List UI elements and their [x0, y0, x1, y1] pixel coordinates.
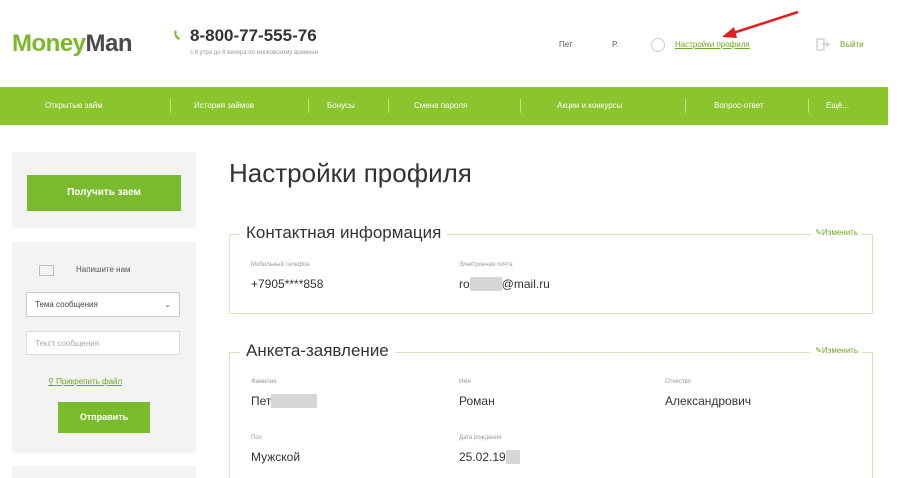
nav-more[interactable]: Ещё...: [826, 87, 849, 125]
contact-edit-label: Изменить: [821, 228, 858, 237]
nav-change-password[interactable]: Смена пароля: [414, 87, 467, 125]
nav-divider: [308, 99, 309, 113]
message-topic-value: Тема сообщения: [35, 300, 98, 309]
nav-open-loan[interactable]: Открытые займ: [45, 87, 103, 125]
logo-money: Money: [12, 30, 86, 57]
patronymic-value: Александрович: [665, 394, 752, 408]
get-loan-button[interactable]: Получить заем: [27, 175, 181, 211]
attach-file-link[interactable]: ⚲ Прикрепить файл: [48, 377, 122, 386]
gender-value: Мужской: [251, 450, 301, 464]
application-section: Анкета-заявление ✎Изменить Фамилия Пет И…: [229, 341, 873, 478]
red-arrow-icon: [722, 10, 799, 38]
user-first-name: Пет: [559, 40, 573, 49]
nav-divider: [170, 99, 171, 113]
nav-loan-history[interactable]: История займов: [194, 87, 254, 125]
phone-number[interactable]: 8-800-77-555-76: [190, 26, 317, 46]
moneyman-logo[interactable]: MoneyMan: [12, 30, 133, 58]
phone-label: Мобильный телефон: [251, 262, 310, 268]
sidebar-panel-3: [12, 466, 196, 478]
paperclip-icon: ⚲: [48, 377, 57, 386]
email-prefix: ro: [459, 277, 470, 291]
patronymic-label: Отчество: [665, 379, 692, 385]
nav-divider: [520, 99, 521, 113]
profile-settings-link[interactable]: Настройки профиля: [675, 40, 750, 49]
contact-info-title: Контактная информация: [240, 223, 448, 243]
nav-divider: [808, 99, 809, 113]
mail-icon: [39, 265, 54, 276]
contact-edit-link[interactable]: ✎Изменить: [811, 228, 862, 237]
logout-link[interactable]: Выйти: [840, 40, 864, 49]
gender-label: Пол: [251, 435, 263, 441]
redaction: [505, 450, 520, 464]
phone-hours: с 8 утра до 8 вечера по московскому врем…: [190, 50, 319, 56]
birthdate-text: 25.02.19: [459, 450, 506, 464]
logo-man: Man: [85, 30, 133, 57]
nav-divider: [388, 99, 389, 113]
chevron-down-icon: ⌄: [164, 300, 171, 309]
page-title: Настройки профиля: [229, 158, 472, 188]
message-text-input[interactable]: [26, 331, 180, 355]
user-initial: Р.: [612, 40, 619, 49]
application-edit-link[interactable]: ✎Изменить: [811, 346, 862, 355]
logout-icon: [816, 38, 830, 51]
email-suffix: @mail.ru: [501, 277, 550, 291]
contact-info-section: Контактная информация ✎Изменить Мобильны…: [229, 223, 873, 314]
redaction: [469, 277, 502, 291]
nav-faq[interactable]: Вопрос-ответ: [714, 87, 764, 125]
gear-icon: [651, 38, 665, 52]
application-title: Анкета-заявление: [240, 341, 395, 361]
application-edit-label: Изменить: [821, 346, 858, 355]
name-value: Роман: [459, 394, 495, 408]
main-nav: Открытые займ История займов Бонусы Смен…: [0, 87, 888, 125]
phone-icon: [174, 30, 180, 40]
surname-text: Пет: [251, 394, 272, 408]
redaction: [271, 394, 318, 408]
message-topic-select[interactable]: Тема сообщения ⌄: [26, 292, 180, 317]
birthdate-label: Дата рождения: [459, 435, 502, 441]
birthdate-value: 25.02.19: [459, 450, 520, 464]
email-value: ro @mail.ru: [459, 277, 550, 291]
attach-file-label: Прикрепить файл: [56, 377, 123, 386]
name-label: Имя: [459, 379, 471, 385]
write-us-heading: Напишите нам: [76, 265, 131, 274]
nav-promotions[interactable]: Акции и конкурсы: [557, 87, 622, 125]
email-label: Электронная почта: [459, 262, 513, 268]
nav-divider: [685, 99, 686, 113]
phone-value: +7905****858: [251, 277, 324, 291]
send-message-button[interactable]: Отправить: [58, 402, 150, 433]
nav-bonuses[interactable]: Бонусы: [327, 87, 355, 125]
pencil-icon: ✎: [815, 228, 822, 237]
surname-value: Пет: [251, 394, 318, 408]
pencil-icon: ✎: [815, 346, 822, 355]
surname-label: Фамилия: [251, 379, 277, 385]
